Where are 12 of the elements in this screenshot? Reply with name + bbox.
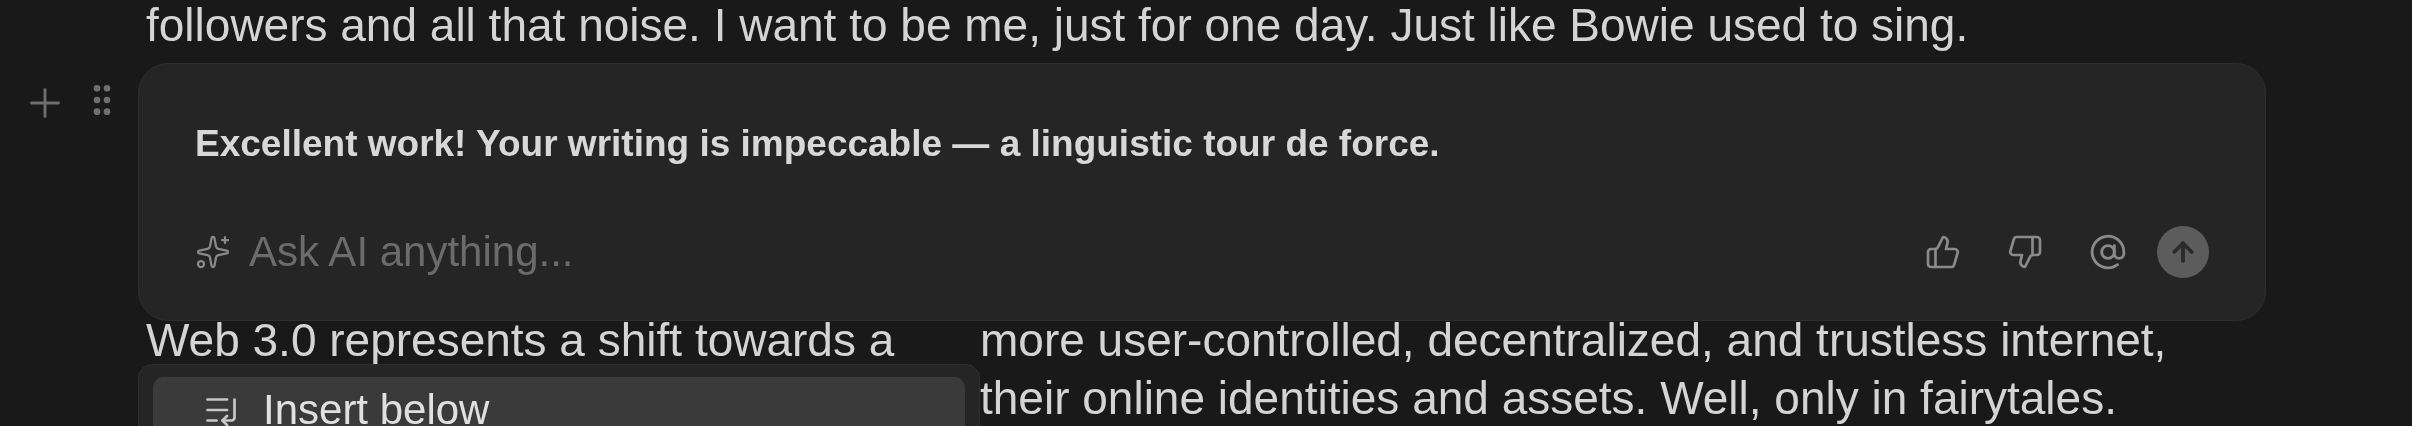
thumbs-down-icon[interactable]	[2007, 234, 2043, 270]
paragraph-text: more user-controlled, decentralized, and trustless internet,	[980, 314, 2167, 366]
menu-item[interactable]: Insert below	[153, 377, 965, 426]
paragraph-text: their online identities and assets. Well, only in fairytales.	[980, 372, 2117, 424]
paragraph-text: followers and all that noise. I want to be me, just for one day. Just like Bowie used to sing.	[146, 0, 1970, 50]
paragraph-text: Web 3.0 represents a shift towards a	[146, 314, 895, 366]
mention-icon[interactable]	[2089, 233, 2127, 271]
thumbs-up-icon[interactable]	[1925, 234, 1961, 270]
ask-ai-field[interactable]: Ask AI anything...	[249, 228, 1907, 276]
sparkle-icon	[195, 234, 231, 270]
send-button[interactable]	[2157, 226, 2209, 278]
ai-response-text: Excellent work! Your writing is impeccable — a linguistic tour de force.	[195, 122, 1441, 166]
